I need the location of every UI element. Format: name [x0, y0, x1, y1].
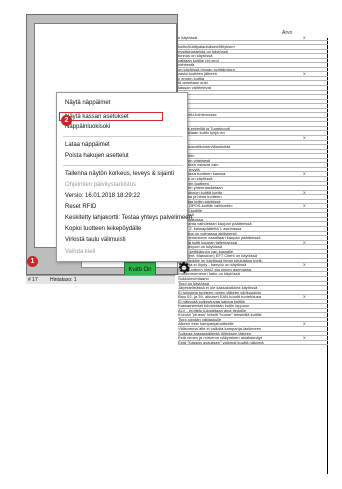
- menu-item-remove-search-layouts[interactable]: Poista hakujen asettelut: [65, 152, 129, 160]
- setting-label: kuitin/kuittipalautuksen/tilityksen: [178, 45, 235, 50]
- settings-list: n käytössä Xkuitin/kuittipalautuksen/tili…: [178, 36, 328, 346]
- setting-label: Sulkeaa kassaskäitteliä (tilityksen jälk…: [178, 331, 252, 336]
- setting-label: valitaan kuitille (ei=nro): [178, 58, 220, 63]
- menu-item-show-settings[interactable]: Näytä kassan asetukset: [65, 113, 129, 121]
- setting-label: Blau 02- ja 39- alkuiset EAN-koodit tuot…: [178, 295, 261, 300]
- setting-label: nysäkirjasteista on käytössä: [178, 49, 228, 54]
- setting-label: virheestä: [178, 63, 195, 68]
- setting-label: n ennen kuittia: [178, 76, 205, 81]
- setting-label: tunnus on käytössä: [178, 54, 213, 59]
- menu-item-load-keys[interactable]: Lataa näppäimet: [65, 141, 110, 149]
- setting-label: Järjestelmässä ei ole kassakaikkea käytö…: [178, 286, 258, 291]
- menu-item-show-keys[interactable]: Näytä näppäimet: [65, 99, 110, 107]
- menu-separator: [63, 136, 183, 137]
- setting-label: Nets (ent. Maksicon) EFT Client on käytö…: [178, 254, 258, 259]
- kuitti-on-button[interactable]: Kuitti On: [124, 262, 156, 276]
- callout-badge-1: 1: [27, 256, 38, 267]
- menu-item-key-lock[interactable]: Näppäinluokisoki: [65, 123, 110, 131]
- setting-label: vasta tuotteen jälkeen: [178, 72, 217, 77]
- menu-item-giftcard-test[interactable]: Keskitetty lahjakortti: Testaa yhteys pa…: [65, 214, 192, 222]
- status-price-level: Hintataso: 1: [50, 277, 77, 283]
- menu-item-refresh-cache[interactable]: Virkistä taulu välimuisti: [65, 236, 126, 244]
- setting-label: Estä nimen ja numeron näkyminen asiakasn…: [178, 336, 262, 341]
- setting-label: Sokkoinventaario: [178, 276, 209, 281]
- status-bar: # 17 Hintataso: 1: [26, 275, 175, 284]
- menu-separator: [63, 165, 183, 166]
- setting-label: on käytössä hinnan syöttämisen: [178, 67, 235, 72]
- menu-item-reset-rfid[interactable]: Reset RFID: [65, 203, 96, 211]
- context-menu: Näytä näppäimet Näytä kassan asetukset N…: [56, 92, 192, 262]
- menu-item-change-language: Vaihda kieli: [65, 249, 96, 255]
- setting-label: Tippi on käytössä: [178, 281, 209, 286]
- setting-label: Korttipersestenn vaaditaan kaupan päätte…: [178, 236, 261, 241]
- menu-item-save-window-size[interactable]: Tallenna näytön korkeus, leveys & sijain…: [65, 170, 174, 178]
- setting-label: Tippi pöydän välilaskulle: [178, 317, 222, 322]
- menu-item-update-check: Ohjelmien päivitystarkistus: [65, 182, 137, 188]
- callout-badge-2: 2: [61, 115, 72, 126]
- setting-label: Kassaesteiset tulostetaan kuitin loppuun: [178, 304, 250, 309]
- setting-label: Verokanta vaihdetaan kaupan päätteessä: [178, 222, 252, 227]
- gear-icon[interactable]: [176, 260, 192, 276]
- setting-label: kassan vaihtelevat: [178, 86, 211, 91]
- menu-item-version: Versio: 16.01.2018 18:29:22: [65, 193, 141, 199]
- setting-label: n käytössä: [178, 36, 198, 40]
- setting-label: Estä "Kassan avauksen" valinnat kuuttä n…: [178, 340, 264, 345]
- setting-label: Aikeen esto kampanjatuotteelle: [178, 322, 234, 327]
- setting-label: Ei näkyvää sulkeutuvaa saldoa kuitille: [178, 299, 246, 304]
- setting-label: tä annetaan auki: [178, 81, 208, 86]
- setting-label: Korvaa "plussa" tekstit "huone" teksteil…: [178, 313, 262, 318]
- menu-item-copy-product[interactable]: Kopioi tuotteen leikepöydälle: [65, 225, 141, 233]
- setting-label: ALV - erottelu tulostetaan aina tiedoill…: [178, 308, 247, 313]
- setting-label: Ei tulosteta tuotteen nimen jälkeen väri…: [178, 290, 261, 295]
- setting-label: Välisumma-alle ei valkuta kampanja-laski…: [178, 327, 262, 331]
- status-terminal: # 17: [28, 277, 38, 283]
- setting-row[interactable]: Estä "Kassan avauksen" valinnat kuuttä n…: [178, 341, 328, 346]
